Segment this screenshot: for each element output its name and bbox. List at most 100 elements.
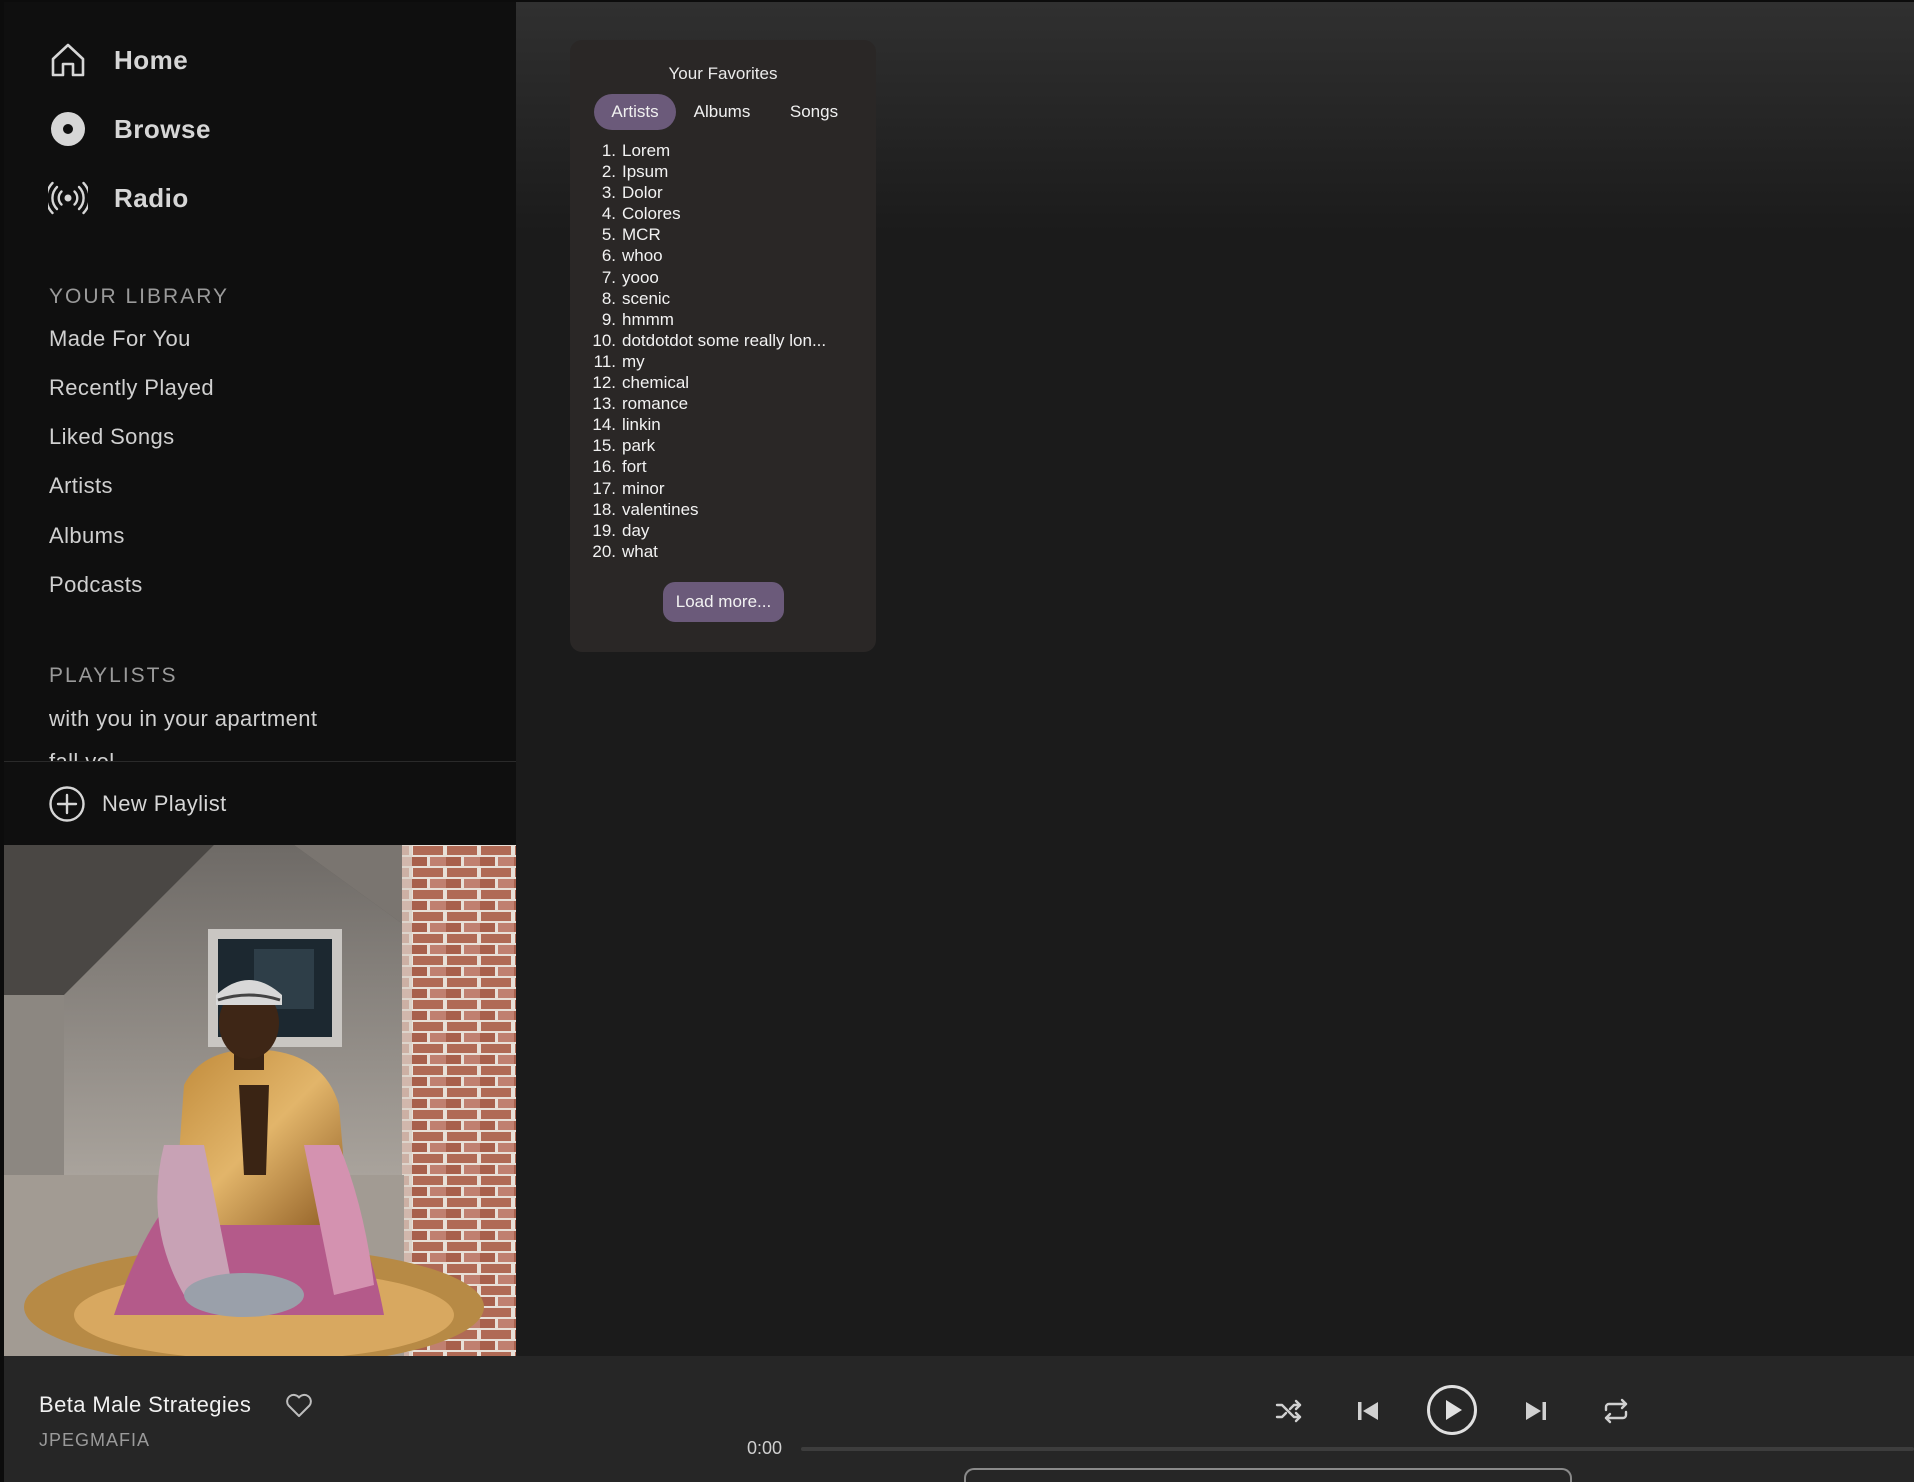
list-item-name: day	[622, 520, 650, 540]
list-item[interactable]: 5. MCR	[586, 224, 866, 245]
list-item-name: Lorem	[622, 141, 671, 160]
list-item-number: 8.	[601, 288, 616, 308]
list-item[interactable]: 16. fort	[586, 456, 866, 477]
shuffle-button[interactable]	[1274, 1396, 1304, 1426]
library-item-albums[interactable]: Albums	[49, 523, 125, 549]
playlist-item[interactable]: with you in your apartment	[49, 706, 317, 732]
list-item-name: Ipsum	[622, 162, 669, 182]
list-item-name: minor	[622, 478, 665, 498]
library-item-liked-songs[interactable]: Liked Songs	[49, 424, 175, 450]
nav-radio[interactable]: Radio	[48, 174, 189, 222]
list-item-name: whoo	[622, 246, 663, 266]
playlist-item[interactable]: fall vol.	[49, 749, 121, 761]
list-item-name: Dolor	[622, 183, 663, 203]
list-item[interactable]: 10. dotdotdot some really lon...	[586, 330, 866, 351]
list-item-number: 9.	[601, 309, 616, 329]
nav-browse[interactable]: Browse	[48, 105, 211, 153]
list-item-name: MCR	[622, 225, 661, 245]
play-icon	[1427, 1385, 1477, 1435]
list-item-number: 17.	[592, 478, 616, 498]
library-item-podcasts[interactable]: Podcasts	[49, 572, 143, 598]
track-artist[interactable]: JPEGMAFIA	[39, 1430, 150, 1451]
time-current: 0:00	[747, 1438, 783, 1458]
progress-bar[interactable]	[801, 1447, 1914, 1451]
load-more-button[interactable]: Load more...	[663, 582, 784, 622]
skip-next-icon	[1526, 1402, 1546, 1420]
list-item-name: linkin	[622, 415, 661, 435]
list-item-name: dotdotdot some really lon...	[622, 330, 827, 350]
list-item-name: scenic	[622, 288, 671, 308]
favorites-list: 1. Lorem 2. Ipsum 3. Dolor 4. Colores 5. MCR 6. who…	[586, 140, 866, 562]
list-item-number: 16.	[592, 457, 616, 477]
list-item-name: chemical	[622, 373, 690, 393]
main-content: Your Favorites Artists Albums Songs 1. Lo…	[516, 2, 1914, 1356]
list-item-number: 4.	[601, 204, 616, 224]
list-item-number: 20.	[592, 541, 616, 561]
list-item-number: 2.	[601, 162, 616, 182]
plus-circle-icon	[49, 786, 85, 822]
list-item[interactable]: 12. chemical	[586, 372, 866, 393]
sidebar-scroll-area[interactable]: Home Browse Radio YOUR LIBRARY Made For …	[4, 2, 516, 761]
list-item-number: 18.	[592, 499, 616, 519]
tab-albums[interactable]: Albums	[676, 94, 768, 130]
new-playlist-button[interactable]: New Playlist	[48, 784, 227, 824]
list-item[interactable]: 15. park	[586, 435, 866, 456]
player-bar: Beta Male Strategies JPEGMAFIA 0:00	[4, 1356, 1914, 1482]
list-item[interactable]: 8. scenic	[586, 288, 866, 309]
list-item-number: 1.	[601, 141, 616, 160]
list-item-number: 7.	[601, 267, 616, 287]
horizontal-scrollbar[interactable]	[964, 1468, 1572, 1482]
sidebar: Home Browse Radio YOUR LIBRARY Made For …	[4, 2, 516, 1356]
nav-home-label: Home	[114, 44, 189, 75]
list-item-number: 12.	[592, 373, 616, 393]
library-section-title: YOUR LIBRARY	[49, 285, 229, 308]
nav-browse-label: Browse	[114, 113, 211, 144]
sidebar-divider	[4, 761, 516, 762]
library-item-artists[interactable]: Artists	[49, 473, 113, 499]
home-icon	[48, 40, 88, 80]
list-item[interactable]: 17. minor	[586, 478, 866, 499]
list-item[interactable]: 1. Lorem	[586, 140, 866, 161]
list-item-name: Colores	[622, 204, 681, 224]
repeat-icon	[1604, 1398, 1628, 1424]
list-item[interactable]: 6. whoo	[586, 245, 866, 266]
new-playlist-label: New Playlist	[102, 791, 227, 816]
track-title[interactable]: Beta Male Strategies	[39, 1392, 251, 1418]
previous-button[interactable]	[1355, 1396, 1381, 1426]
skip-previous-icon	[1358, 1402, 1378, 1420]
list-item-number: 14.	[592, 415, 616, 435]
app-window: Home Browse Radio YOUR LIBRARY Made For …	[4, 2, 1914, 1482]
list-item[interactable]: 2. Ipsum	[586, 161, 866, 182]
list-item[interactable]: 20. what	[586, 541, 866, 562]
list-item[interactable]: 19. day	[586, 520, 866, 541]
list-item[interactable]: 18. valentines	[586, 499, 866, 520]
list-item-number: 11.	[593, 351, 616, 371]
list-item[interactable]: 4. Colores	[586, 203, 866, 224]
repeat-button[interactable]	[1601, 1396, 1631, 1426]
heart-icon[interactable]	[284, 1390, 314, 1420]
list-item[interactable]: 13. romance	[586, 393, 866, 414]
list-item-name: hmmm	[622, 309, 674, 329]
playlists-section-title: PLAYLISTS	[49, 664, 178, 687]
tab-artists[interactable]: Artists	[594, 94, 676, 130]
play-button[interactable]	[1426, 1384, 1478, 1436]
library-item-made-for-you[interactable]: Made For You	[49, 326, 191, 352]
nav-home[interactable]: Home	[48, 36, 188, 84]
list-item[interactable]: 3. Dolor	[586, 182, 866, 203]
list-item[interactable]: 9. hmmm	[586, 309, 866, 330]
list-item-name: valentines	[622, 499, 699, 519]
radio-broadcast-icon	[48, 178, 88, 218]
library-item-recently-played[interactable]: Recently Played	[49, 375, 214, 401]
list-item-number: 3.	[601, 183, 616, 203]
list-item-number: 13.	[592, 394, 616, 414]
list-item-number: 19.	[592, 520, 616, 540]
list-item[interactable]: 11. my	[586, 351, 866, 372]
list-item-number: 5.	[601, 225, 616, 245]
list-item-name: yooo	[622, 267, 659, 287]
list-item[interactable]: 14. linkin	[586, 414, 866, 435]
list-item[interactable]: 7. yooo	[586, 267, 866, 288]
list-item-name: fort	[622, 457, 647, 477]
tab-songs[interactable]: Songs	[768, 94, 860, 130]
list-item-number: 15.	[592, 436, 616, 456]
next-button[interactable]	[1523, 1396, 1549, 1426]
